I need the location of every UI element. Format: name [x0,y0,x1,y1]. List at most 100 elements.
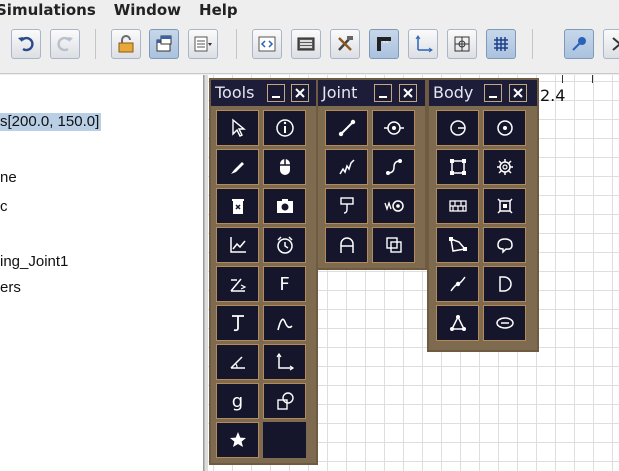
ruler-tick [592,75,593,83]
tool-timer[interactable] [263,227,306,263]
joint-palette: Joint [316,78,427,270]
blob-icon [496,238,513,254]
code-button[interactable] [252,29,282,59]
minimize-icon [379,96,387,98]
ruler-value: 2.4 [540,86,566,105]
joint-palette-header[interactable]: Joint [318,80,425,106]
minimize-icon [272,96,280,98]
list-dropdown-button[interactable] [188,29,218,59]
body-polygon[interactable] [436,227,479,263]
axes-icon [276,352,294,371]
body-pin[interactable] [436,266,479,302]
body-circle-dot[interactable] [483,110,526,146]
tool-angle-measure[interactable] [216,266,259,302]
menu-window[interactable]: Window [114,3,181,18]
tree-item-listeners[interactable]: ers [0,279,21,297]
next-button[interactable] [603,29,619,59]
keyboard-button[interactable] [291,29,321,59]
redo-button[interactable] [50,29,80,59]
joint-wheel[interactable] [325,227,368,263]
curve-icon [276,318,293,331]
force-icon: F [279,273,290,295]
tree-item-c[interactable]: c [0,198,8,216]
ruler-button[interactable] [369,29,399,59]
body-chain[interactable] [483,305,526,341]
grid-target-button[interactable] [447,29,477,59]
tool-delete[interactable] [216,188,259,224]
rope-joint-icon [385,159,402,175]
body-grid [432,108,534,349]
window-button[interactable] [149,29,179,59]
joint-motor[interactable] [372,188,415,224]
joint-weld[interactable] [372,227,415,263]
tools-button[interactable] [330,29,360,59]
circle-icon [449,120,466,136]
joint-close-button[interactable] [399,84,417,102]
weld-joint-icon [385,237,402,253]
chart-icon [229,237,246,253]
info-icon [275,119,294,137]
tools-palette: Tools F g [209,78,318,465]
torque-icon [231,315,244,332]
redo-icon [57,36,73,52]
tool-mouse[interactable] [263,149,306,185]
body-circle[interactable] [436,110,479,146]
body-square[interactable] [436,149,479,185]
tool-angle[interactable] [216,344,259,380]
body-triangle-node[interactable] [436,305,479,341]
tool-graph[interactable] [216,227,259,263]
body-wall[interactable] [436,188,479,224]
tool-force[interactable]: F [263,266,306,302]
spring-joint-icon [338,159,355,175]
close-icon [295,88,305,98]
tool-info[interactable] [263,110,306,146]
menu-simulations[interactable]: Simulations [0,3,96,18]
tool-torque[interactable] [216,305,259,341]
grid-button[interactable] [486,29,516,59]
joint-pulley[interactable] [325,188,368,224]
lock-button[interactable] [111,29,141,59]
body-palette-header[interactable]: Body [429,80,537,106]
tools-close-button[interactable] [291,84,309,102]
axes-button[interactable] [408,29,438,59]
menu-help[interactable]: Help [199,3,238,18]
tool-shapes[interactable] [263,383,306,419]
tree-item-spring-joint[interactable]: ing_Joint1 [0,253,68,271]
triangle-node-icon [449,315,466,331]
tools-palette-header[interactable]: Tools [211,80,316,106]
body-gear[interactable] [483,149,526,185]
tool-camera[interactable] [263,188,306,224]
tool-curve[interactable] [263,305,306,341]
body-d-shape[interactable] [483,266,526,302]
joint-rope[interactable] [372,149,415,185]
keyboard-icon [297,37,315,51]
joint-revolute[interactable] [372,110,415,146]
overflow-icon [612,37,619,51]
body-blob[interactable] [483,227,526,263]
wall-icon [448,200,467,212]
body-palette-title: Body [433,83,474,102]
gear-body-icon [496,159,513,175]
polygon-icon [448,237,467,252]
pin-button[interactable] [564,29,594,59]
joint-line[interactable] [325,110,368,146]
grid-target-icon [454,36,470,52]
scene-tree[interactable]: s[200.0, 150.0] ne c ing_Joint1 ers [0,75,204,471]
ruler-icon [377,37,391,51]
undo-button[interactable] [11,29,41,59]
joint-minimize-button[interactable] [374,84,392,102]
tool-favorite[interactable] [216,422,259,458]
tool-draw[interactable] [216,149,259,185]
tree-item-world-size[interactable]: s[200.0, 150.0] [0,113,102,131]
body-close-button[interactable] [509,84,527,102]
undo-icon [18,36,34,52]
tools-minimize-button[interactable] [267,84,285,102]
joint-spring[interactable] [325,149,368,185]
tree-item-frame[interactable]: ne [0,169,17,187]
body-frame[interactable] [483,188,526,224]
tool-gravity[interactable]: g [216,383,259,419]
tool-select[interactable] [216,110,259,146]
body-minimize-button[interactable] [484,84,502,102]
angle-measure-icon [229,278,246,292]
tool-axes[interactable] [263,344,306,380]
